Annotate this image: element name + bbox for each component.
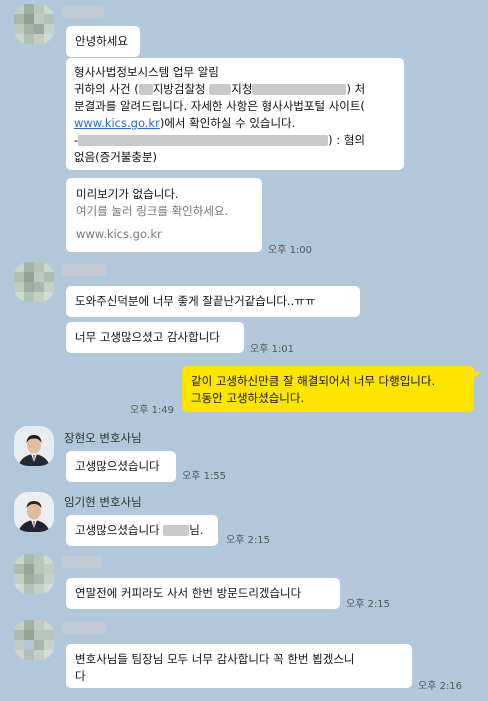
- message-line: 변호사님들 팀장님 모두 너무 감사합니다 꼭 한번 뵙겠스니: [75, 652, 355, 666]
- message-text: 너무 고생많으셨고 감사합니다: [75, 330, 220, 344]
- message-time: 오후 2:16: [418, 681, 463, 692]
- message-text: 안녕하세요: [75, 34, 128, 48]
- message-bubble[interactable]: 고생많으셨습니다 님.: [66, 515, 218, 546]
- message-line: -) : 혐의: [74, 133, 365, 147]
- message-bubble[interactable]: 안녕하세요: [66, 26, 140, 57]
- message-text: 연말전에 커피라도 사서 한번 방문드리겠습니다: [75, 586, 302, 600]
- message-text: 도와주신덕분에 너무 좋게 잘끝난거같습니다..ㅠㅠ: [75, 294, 316, 308]
- redacted-text: [138, 84, 153, 95]
- sender-name: 장현오 변호사님: [64, 431, 142, 445]
- avatar-blurred[interactable]: [14, 554, 54, 594]
- message-line: 귀하의 사건 (지방검찰청 지청) 처: [74, 82, 366, 96]
- message-line: 그동안 고생하셨습니다.: [191, 391, 305, 405]
- message-time: 오후 1:55: [182, 471, 227, 482]
- redacted-text: [163, 525, 190, 536]
- message-bubble[interactable]: 변호사님들 팀장님 모두 너무 감사합니다 꼭 한번 뵙겠스니 다: [66, 644, 412, 688]
- kics-link[interactable]: www.kics.go.kr: [74, 116, 160, 130]
- message-line: 같이 고생하신만큼 잘 해결되어서 너무 다행입니다.: [191, 374, 436, 388]
- sender-name-blurred: [62, 622, 106, 634]
- avatar-blurred[interactable]: [14, 620, 54, 660]
- message-time: 오후 2:15: [226, 535, 271, 546]
- message-text: 고생많으셨습니다: [75, 459, 160, 473]
- avatar-blurred[interactable]: [14, 262, 54, 302]
- message-line: 없음(증거불충분): [74, 150, 158, 164]
- preview-hint: 여기를 눌러 링크를 확인하세요.: [76, 204, 229, 218]
- my-message-bubble[interactable]: 같이 고생하신만큼 잘 해결되어서 너무 다행입니다. 그동안 고생하셨습니다.: [182, 366, 474, 412]
- sender-name-blurred: [62, 264, 106, 276]
- message-bubble[interactable]: 고생많으셨습니다: [66, 451, 176, 482]
- avatar-lawyer-jang[interactable]: [14, 426, 54, 466]
- redacted-text: [252, 84, 347, 95]
- avatar-lawyer-lim[interactable]: [14, 492, 54, 532]
- sender-name: 임기현 변호사님: [64, 495, 142, 509]
- message-line: 다: [75, 669, 86, 683]
- message-bubble[interactable]: 연말전에 커피라도 사서 한번 방문드리겠습니다: [66, 578, 340, 609]
- redacted-text: [78, 135, 329, 146]
- message-line: 분결과를 알려드립니다. 자세한 사항은 형사사법포털 사이트(: [74, 99, 365, 113]
- message-line: www.kics.go.kr)에서 확인하실 수 있습니다.: [74, 116, 296, 130]
- sender-name-blurred: [62, 556, 102, 568]
- message-bubble-notification[interactable]: 형사사법정보시스템 업무 알림 귀하의 사건 (지방검찰청 지청) 처 분결과를…: [66, 58, 404, 170]
- message-time: 오후 1:01: [250, 344, 295, 355]
- message-time: 오후 2:15: [346, 599, 391, 610]
- message-bubble[interactable]: 도와주신덕분에 너무 좋게 잘끝난거같습니다..ㅠㅠ: [66, 286, 360, 317]
- message-bubble[interactable]: 너무 고생많으셨고 감사합니다: [66, 322, 244, 353]
- message-time: 오후 1:00: [268, 245, 313, 256]
- preview-title: 미리보기가 없습니다.: [76, 187, 179, 201]
- person-icon: [14, 426, 54, 466]
- sender-name-blurred: [62, 6, 104, 18]
- redacted-text: [209, 84, 232, 95]
- link-preview-card[interactable]: 미리보기가 없습니다. 여기를 눌러 링크를 확인하세요. www.kics.g…: [66, 178, 262, 252]
- message-text: 고생많으셨습니다: [75, 523, 160, 537]
- avatar-blurred[interactable]: [14, 4, 54, 44]
- message-time: 오후 1:49: [130, 405, 175, 416]
- message-line: 형사사법정보시스템 업무 알림: [74, 65, 219, 79]
- person-icon: [14, 492, 54, 532]
- bubble-tail: [474, 372, 482, 378]
- preview-domain: www.kics.go.kr: [76, 227, 162, 241]
